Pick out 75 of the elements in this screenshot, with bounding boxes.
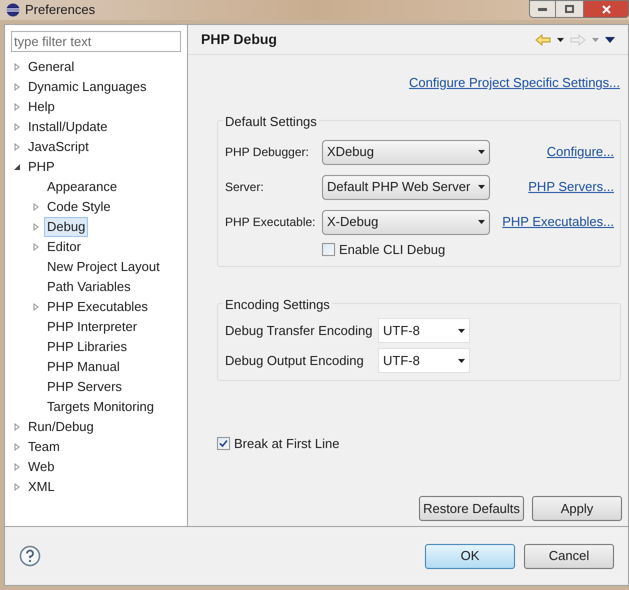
tree-item[interactable]: General xyxy=(25,57,78,77)
collapsed-arrow-icon[interactable] xyxy=(13,103,21,111)
tree-item[interactable]: PHP Servers xyxy=(44,377,125,397)
collapsed-arrow-icon[interactable] xyxy=(32,303,40,311)
dropdown-arrow-icon xyxy=(478,185,485,189)
checkbox[interactable] xyxy=(322,243,335,256)
back-arrow-icon[interactable] xyxy=(535,34,551,46)
tree-item[interactable]: New Project Layout xyxy=(44,257,163,277)
tree-item[interactable]: Install/Update xyxy=(25,117,110,137)
dialog-button[interactable]: Cancel xyxy=(524,544,614,568)
settings-link[interactable]: Configure... xyxy=(546,142,614,162)
tree-item[interactable]: PHP Executables xyxy=(44,297,151,317)
checkbox-label: Enable CLI Debug xyxy=(339,240,446,259)
tree-item[interactable]: Editor xyxy=(44,237,84,257)
expanded-arrow-icon[interactable] xyxy=(13,163,21,171)
dialog-button[interactable]: Apply xyxy=(532,496,622,521)
collapsed-arrow-icon[interactable] xyxy=(13,123,21,131)
dropdown-arrow-icon xyxy=(458,358,465,362)
collapsed-arrow-icon[interactable] xyxy=(13,423,21,431)
checkbox-label: Break at First Line xyxy=(234,434,340,452)
page-title: PHP Debug xyxy=(201,30,277,49)
close-icon xyxy=(602,4,610,14)
tree-item[interactable]: PHP Libraries xyxy=(44,337,130,357)
dialog-button[interactable]: Restore Defaults xyxy=(419,496,524,521)
tree-item[interactable]: Web xyxy=(25,457,58,477)
dropdown-arrow-icon xyxy=(458,328,465,332)
dropdown-arrow-icon xyxy=(478,150,485,154)
settings-link[interactable]: PHP Servers... xyxy=(528,177,614,197)
tree-item[interactable]: Help xyxy=(25,97,58,117)
collapsed-arrow-icon[interactable] xyxy=(32,243,40,251)
checkbox[interactable] xyxy=(217,436,230,450)
dropdown[interactable]: UTF-8 xyxy=(378,318,470,343)
tree-item[interactable]: Targets Monitoring xyxy=(44,397,157,417)
field-label: Debug Output Encoding xyxy=(225,352,365,370)
help-icon[interactable] xyxy=(19,545,41,567)
collapsed-arrow-icon[interactable] xyxy=(32,203,40,211)
tree-item[interactable]: PHP Interpreter xyxy=(44,317,140,337)
field-label: Debug Transfer Encoding xyxy=(225,322,374,340)
collapsed-arrow-icon[interactable] xyxy=(13,83,21,91)
settings-link[interactable]: PHP Executables... xyxy=(502,212,614,232)
dropdown[interactable]: Default PHP Web Server xyxy=(322,174,490,200)
minimize-button[interactable] xyxy=(529,0,556,18)
collapsed-arrow-icon[interactable] xyxy=(13,463,21,471)
dropdown-arrow-icon[interactable] xyxy=(557,38,564,42)
window-title: Preferences xyxy=(25,1,96,20)
tree-item[interactable]: XML xyxy=(25,477,58,497)
tree-item[interactable]: Code Style xyxy=(44,197,114,217)
ok-button[interactable]: OK xyxy=(425,544,515,568)
field-label: Server: xyxy=(225,179,265,196)
tree-item[interactable]: Dynamic Languages xyxy=(25,77,150,97)
dropdown-arrow-icon xyxy=(478,220,485,224)
tree-item[interactable]: Appearance xyxy=(44,177,120,197)
collapsed-arrow-icon[interactable] xyxy=(13,443,21,451)
project-settings-link[interactable]: Configure Project Specific Settings... xyxy=(409,73,620,92)
tree-item[interactable]: Debug xyxy=(44,217,88,237)
dropdown[interactable]: UTF-8 xyxy=(378,348,470,373)
tree-item[interactable]: JavaScript xyxy=(25,137,92,157)
filter-field[interactable]: type filter text xyxy=(11,31,181,52)
tree-item[interactable]: PHP xyxy=(25,157,58,177)
close-button[interactable] xyxy=(583,0,629,18)
collapsed-arrow-icon[interactable] xyxy=(32,223,40,231)
tree-item[interactable]: Path Variables xyxy=(44,277,134,297)
collapsed-arrow-icon[interactable] xyxy=(13,63,21,71)
field-label: PHP Executable: xyxy=(225,214,316,231)
app-icon xyxy=(6,3,20,17)
field-label: PHP Debugger: xyxy=(225,144,310,161)
maximize-button[interactable] xyxy=(556,0,583,18)
collapsed-arrow-icon[interactable] xyxy=(13,483,21,491)
tree-item[interactable]: Team xyxy=(25,437,63,457)
dropdown[interactable]: XDebug xyxy=(322,140,490,164)
dropdown[interactable]: X-Debug xyxy=(322,210,490,234)
menu-arrow-icon[interactable] xyxy=(605,36,615,42)
collapsed-arrow-icon[interactable] xyxy=(13,143,21,151)
tree-item[interactable]: Run/Debug xyxy=(25,417,97,437)
tree-item[interactable]: PHP Manual xyxy=(44,357,123,377)
